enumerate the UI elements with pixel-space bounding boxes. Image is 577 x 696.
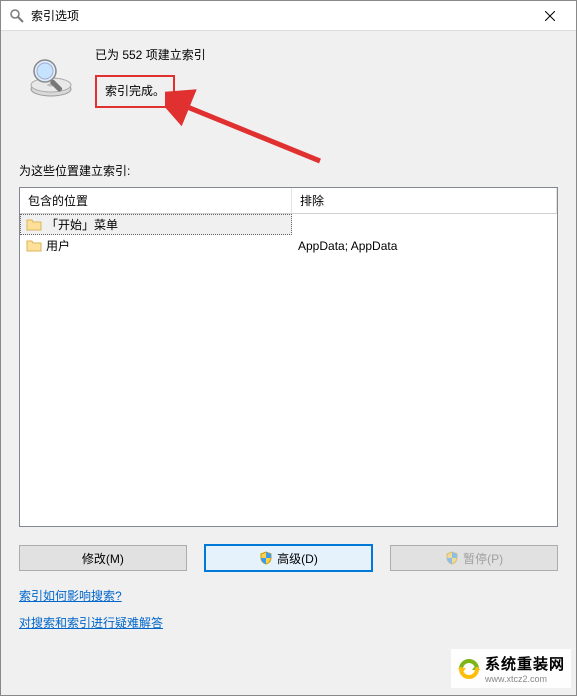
folder-icon — [26, 218, 42, 232]
column-header-exclude[interactable]: 排除 — [292, 188, 557, 213]
window-title: 索引选项 — [31, 7, 527, 24]
list-item-include: 用户 — [46, 237, 70, 254]
folder-icon — [26, 239, 42, 253]
magnifier-drive-icon — [27, 53, 75, 101]
shield-icon — [445, 551, 459, 565]
listview-header: 包含的位置 排除 — [20, 188, 557, 214]
advanced-button[interactable]: 高级(D) — [205, 545, 373, 571]
watermark-text: 系统重装网 www.xtcz2.com — [485, 653, 565, 684]
watermark: 系统重装网 www.xtcz2.com — [451, 649, 571, 688]
dialog-window: 索引选项 已为 552 项建立索引 索引完成。 — [0, 0, 577, 696]
index-complete-box: 索引完成。 — [95, 75, 206, 109]
pause-button: 暂停(P) — [390, 545, 558, 571]
column-header-include[interactable]: 包含的位置 — [20, 188, 292, 213]
index-complete-text: 索引完成。 — [95, 75, 175, 109]
button-row: 修改(M) 高级(D) 暂停(P) — [19, 545, 558, 571]
help-links: 索引如何影响搜索? 对搜索和索引进行疑难解答 — [19, 587, 558, 641]
close-button[interactable] — [527, 1, 572, 30]
status-text: 已为 552 项建立索引 索引完成。 — [95, 45, 206, 108]
status-row: 已为 552 项建立索引 索引完成。 — [19, 45, 558, 108]
link-troubleshoot[interactable]: 对搜索和索引进行疑难解答 — [19, 614, 163, 631]
watermark-logo-icon — [457, 657, 481, 681]
locations-listview[interactable]: 包含的位置 排除 「开始」菜单 — [19, 187, 558, 527]
list-item[interactable]: 用户 AppData; AppData — [20, 235, 557, 256]
shield-icon — [259, 551, 273, 565]
listview-body: 「开始」菜单 用户 AppData; AppData — [20, 214, 557, 526]
list-item[interactable]: 「开始」菜单 — [20, 214, 557, 235]
indexing-options-icon — [9, 8, 25, 24]
list-item-exclude: AppData; AppData — [298, 239, 397, 253]
titlebar: 索引选项 — [1, 1, 576, 31]
list-item-include: 「开始」菜单 — [46, 216, 118, 233]
index-count-line: 已为 552 项建立索引 — [95, 45, 206, 67]
locations-label: 为这些位置建立索引: — [19, 162, 558, 179]
dialog-content: 已为 552 项建立索引 索引完成。 为这些位置建立索引: 包含的位置 排除 — [1, 31, 576, 695]
link-index-impact[interactable]: 索引如何影响搜索? — [19, 587, 122, 604]
modify-button[interactable]: 修改(M) — [19, 545, 187, 571]
